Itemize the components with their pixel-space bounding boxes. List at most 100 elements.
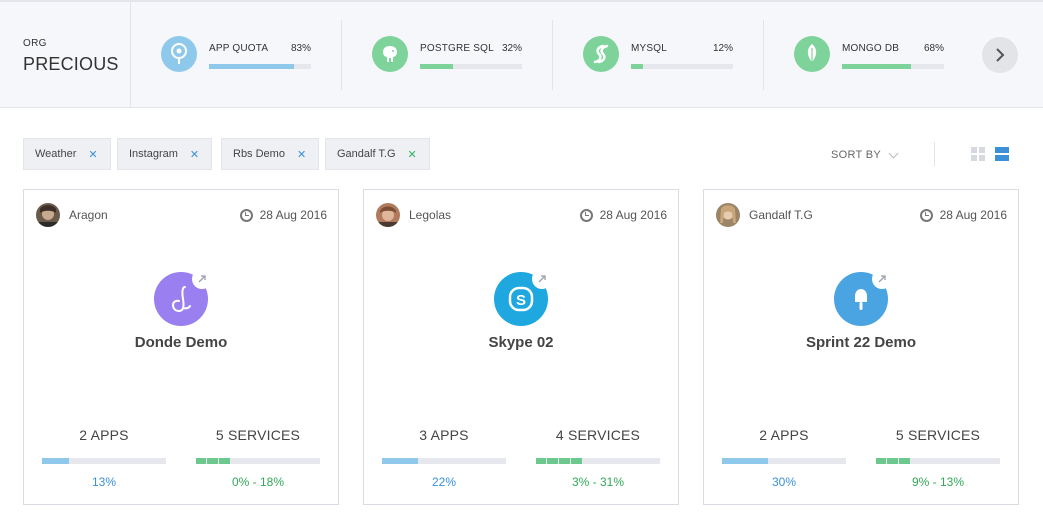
quota-percent: 32% bbox=[501, 43, 522, 54]
services-bar-segment bbox=[196, 458, 206, 464]
divider bbox=[341, 20, 342, 90]
avatar bbox=[376, 203, 400, 227]
services-bar-segments bbox=[876, 458, 911, 464]
apps-percent: 30% bbox=[771, 475, 797, 489]
services-count: 5 SERVICES bbox=[895, 427, 981, 443]
apps-bar-fill bbox=[722, 458, 768, 464]
quota-name: MONGO DB bbox=[842, 43, 900, 54]
grid-view-icon[interactable] bbox=[971, 147, 985, 161]
apps-count: 2 APPS bbox=[759, 427, 809, 443]
services-bar-segment bbox=[571, 458, 582, 464]
apps-count: 3 APPS bbox=[419, 427, 469, 443]
remove-icon[interactable]: ✕ bbox=[408, 148, 417, 161]
sort-dropdown[interactable]: SORT BY bbox=[831, 148, 899, 161]
quota-percent: 12% bbox=[712, 43, 733, 54]
services-bar-segment bbox=[219, 458, 230, 464]
quota-bar-fill bbox=[631, 64, 644, 69]
services-bar-segment bbox=[547, 458, 558, 464]
owner-name: Legolas bbox=[409, 208, 452, 222]
skype-icon[interactable]: S bbox=[494, 269, 552, 326]
apps-bar bbox=[42, 458, 166, 464]
list-view-icon[interactable] bbox=[995, 147, 1009, 161]
date-text: 28 Aug 2016 bbox=[599, 208, 667, 222]
owner-name: Aragon bbox=[69, 208, 108, 222]
external-link-icon[interactable] bbox=[872, 269, 892, 289]
next-button[interactable] bbox=[982, 37, 1018, 73]
project-card[interactable]: Legolas 28 Aug 2016 S Skype 02 3 APPS 4 … bbox=[363, 189, 679, 505]
services-bar-segments bbox=[196, 458, 231, 464]
leaf-icon bbox=[794, 36, 830, 72]
apps-bar bbox=[382, 458, 506, 464]
org-name[interactable]: PRECIOUS bbox=[23, 54, 119, 75]
external-link-icon[interactable] bbox=[532, 269, 552, 289]
app-name: Donde Demo bbox=[134, 334, 228, 351]
project-card[interactable]: Aragon 28 Aug 2016 Donde Demo 2 APPS 5 S… bbox=[23, 189, 339, 505]
org-label: ORG bbox=[23, 38, 47, 49]
avatar bbox=[716, 203, 740, 227]
quota-name: APP QUOTA bbox=[209, 43, 269, 54]
filter-chip-label: Instagram bbox=[129, 148, 178, 160]
popsicle-icon[interactable] bbox=[834, 269, 892, 326]
services-bar-segment bbox=[559, 458, 570, 464]
services-bar-segments bbox=[536, 458, 583, 464]
quota-bar bbox=[631, 64, 733, 69]
filter-chip-label: Rbs Demo bbox=[233, 148, 285, 160]
quota-name: POSTGRE SQL bbox=[420, 43, 494, 54]
quota-bar-fill bbox=[209, 64, 294, 69]
avatar bbox=[36, 203, 60, 227]
clock-icon bbox=[579, 208, 593, 222]
services-bar-segment bbox=[887, 458, 898, 464]
swirl-icon bbox=[583, 36, 619, 72]
chevron-right-icon bbox=[996, 48, 1005, 62]
divider bbox=[934, 142, 935, 166]
filter-chip[interactable]: Gandalf T.G ✕ bbox=[325, 138, 430, 170]
app-name: Sprint 22 Demo bbox=[805, 334, 917, 351]
project-card[interactable]: Gandalf T.G 28 Aug 2016 Sprint 22 Demo 2… bbox=[703, 189, 1019, 505]
services-bar bbox=[196, 458, 320, 464]
services-percent: 9% - 13% bbox=[911, 475, 965, 489]
filter-chip-label: Weather bbox=[35, 148, 77, 160]
filter-chip[interactable]: Rbs Demo ✕ bbox=[221, 138, 320, 170]
card-date: 28 Aug 2016 bbox=[239, 208, 327, 222]
services-bar bbox=[536, 458, 660, 464]
services-bar-segment bbox=[536, 458, 546, 464]
services-count: 5 SERVICES bbox=[215, 427, 301, 443]
quota-bar bbox=[420, 64, 522, 69]
script-d-icon[interactable] bbox=[154, 269, 212, 326]
apps-bar-fill bbox=[42, 458, 70, 464]
quota-bar-fill bbox=[842, 64, 912, 69]
clock-icon bbox=[919, 208, 933, 222]
apps-percent: 22% bbox=[431, 475, 457, 489]
filter-chip[interactable]: Weather ✕ bbox=[23, 138, 111, 170]
apps-bar-fill bbox=[382, 458, 418, 464]
apps-percent: 13% bbox=[91, 475, 117, 489]
services-percent: 3% - 31% bbox=[571, 475, 625, 489]
remove-icon[interactable]: ✕ bbox=[190, 148, 199, 161]
filter-chip[interactable]: Instagram ✕ bbox=[117, 138, 213, 170]
quota-postgre[interactable]: POSTGRE SQL 32% bbox=[372, 2, 532, 108]
date-text: 28 Aug 2016 bbox=[939, 208, 1007, 222]
filter-chip-label: Gandalf T.G bbox=[337, 148, 396, 160]
remove-icon[interactable]: ✕ bbox=[88, 148, 97, 161]
date-text: 28 Aug 2016 bbox=[259, 208, 327, 222]
quota-mongodb[interactable]: MONGO DB 68% bbox=[794, 2, 954, 108]
quota-bar bbox=[209, 64, 311, 69]
sort-label: SORT BY bbox=[831, 149, 881, 161]
clock-icon bbox=[239, 208, 253, 222]
svg-text:S: S bbox=[516, 292, 526, 309]
quota-header: ORG PRECIOUS APP QUOTA 83% POSTGRE SQL 3… bbox=[0, 0, 1043, 108]
services-percent: 0% - 18% bbox=[231, 475, 285, 489]
divider bbox=[763, 20, 764, 90]
elephant-icon bbox=[372, 36, 408, 72]
quota-name: MYSQL bbox=[631, 43, 668, 54]
divider bbox=[552, 20, 553, 90]
quota-mysql[interactable]: MYSQL 12% bbox=[583, 2, 743, 108]
quota-bar-fill bbox=[420, 64, 453, 69]
services-bar-segment bbox=[899, 458, 910, 464]
quota-app[interactable]: APP QUOTA 83% bbox=[161, 2, 321, 108]
card-date: 28 Aug 2016 bbox=[919, 208, 1007, 222]
apps-bar bbox=[722, 458, 846, 464]
external-link-icon[interactable] bbox=[192, 269, 212, 289]
owner-name: Gandalf T.G bbox=[749, 208, 813, 222]
remove-icon[interactable]: ✕ bbox=[297, 148, 306, 161]
